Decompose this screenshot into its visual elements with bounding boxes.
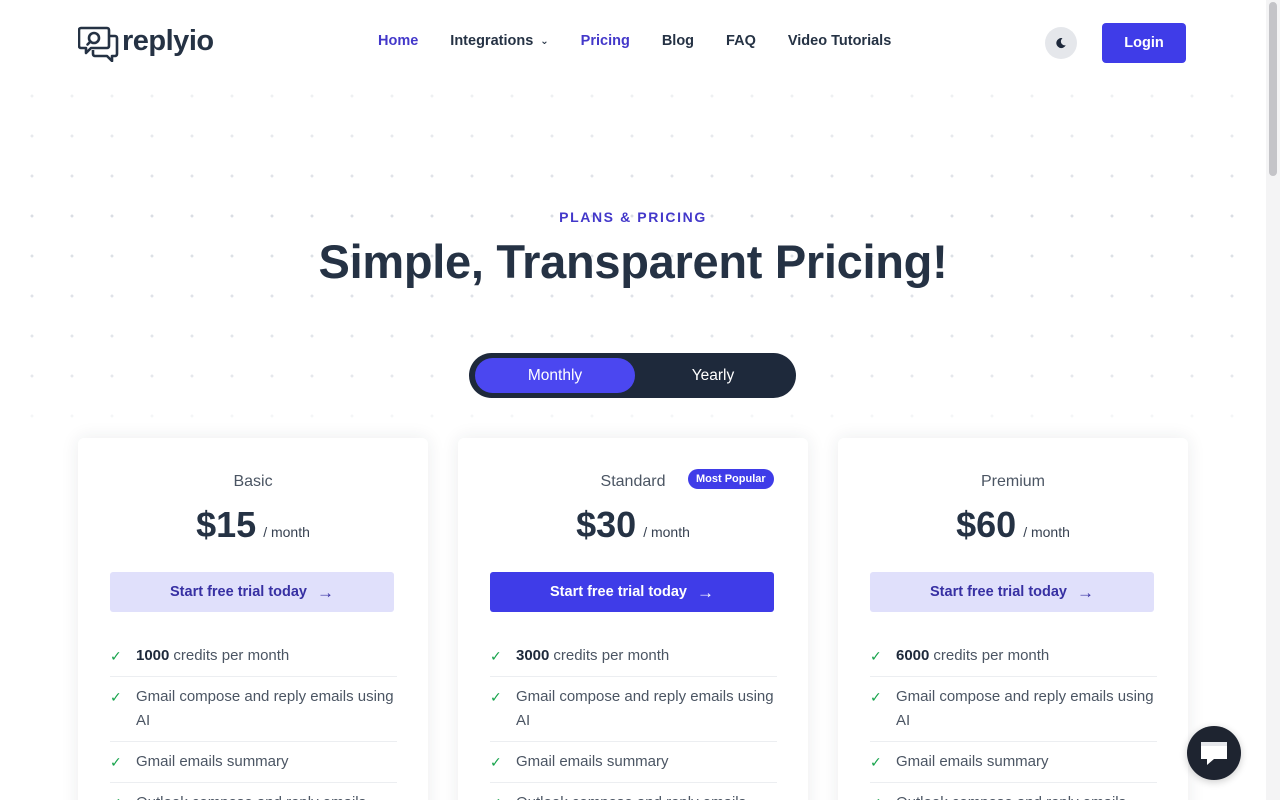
start-trial-button[interactable]: Start free trial today →	[110, 572, 394, 612]
nav-item-faq[interactable]: FAQ	[726, 33, 756, 49]
scrollbar-thumb[interactable]	[1269, 2, 1277, 176]
chevron-down-icon: ⌄	[540, 35, 549, 47]
feature-item: ✓ Gmail compose and reply emails using AI	[490, 677, 777, 742]
check-icon: ✓	[870, 648, 882, 664]
check-icon: ✓	[110, 689, 122, 705]
check-icon: ✓	[490, 689, 502, 705]
feature-text: Outlook compose and reply emails	[136, 791, 366, 800]
plan-name: Basic	[233, 473, 273, 490]
check-icon: ✓	[870, 689, 882, 705]
nav-item-label: Blog	[661, 33, 695, 49]
feature-text: Gmail compose and reply emails using AI	[896, 688, 1154, 729]
check-icon: ✓	[490, 791, 516, 800]
price-row: $60 / month	[838, 504, 1188, 546]
feature-text: Gmail compose and reply emails using AI	[136, 688, 394, 729]
plan-period: / month	[263, 524, 310, 540]
feature-item: ✓ Gmail emails summary	[110, 742, 397, 783]
nav-item-integrations[interactable]: Integrations ⌄	[450, 33, 548, 49]
site-header: replyio Home Integrations ⌄ Pricing Blog …	[0, 0, 1266, 86]
feature-item: ✓ Gmail emails summary	[490, 742, 777, 783]
feature-list: ✓ 6000 credits per month ✓ Gmail compose an…	[870, 636, 1157, 800]
moon-icon	[1056, 38, 1066, 49]
feature-text: Gmail emails summary	[896, 753, 1049, 770]
check-icon: ✓	[110, 754, 122, 770]
nav-item-video-tutorials[interactable]: Video Tutorials	[788, 33, 891, 49]
theme-toggle-button[interactable]	[1045, 27, 1077, 59]
check-icon: ✓	[870, 754, 882, 770]
check-icon: ✓	[490, 648, 502, 664]
feature-item: ✓ 3000 credits per month	[490, 636, 777, 677]
login-button[interactable]: Login	[1102, 23, 1186, 63]
price-row: $15 / month	[78, 504, 428, 546]
feature-text: Gmail emails summary	[516, 753, 669, 770]
billing-period-toggle: Monthly Yearly	[469, 353, 796, 398]
most-popular-badge: Most Popular	[688, 469, 774, 489]
check-icon: ✓	[110, 791, 136, 800]
feature-list: ✓ 3000 credits per month ✓ Gmail compose an…	[490, 636, 777, 800]
feature-text: Gmail emails summary	[136, 753, 289, 770]
toggle-option-monthly[interactable]: Monthly	[475, 358, 635, 393]
cta-label: Start free trial today	[550, 584, 687, 600]
section-eyebrow: PLANS & PRICING	[559, 209, 707, 225]
feature-credits: 3000	[516, 647, 550, 664]
nav-item-label: FAQ	[726, 33, 756, 49]
main-nav: Home Integrations ⌄ Pricing Blog FAQ Vide…	[378, 33, 923, 49]
chat-widget-button[interactable]	[1187, 726, 1241, 780]
start-trial-button[interactable]: Start free trial today →	[490, 572, 774, 612]
feature-credits: 1000	[136, 647, 170, 664]
check-icon: ✓	[490, 754, 502, 770]
feature-item: ✓Outlook compose and reply emails	[110, 783, 397, 800]
feature-label: credits per month	[553, 647, 670, 664]
plan-period: / month	[643, 524, 690, 540]
pricing-card-basic: Basic $15 / month Start free trial today…	[78, 438, 428, 800]
plan-price: $60	[956, 504, 1017, 545]
cta-label: Start free trial today	[930, 584, 1067, 600]
feature-label: credits per month	[933, 647, 1050, 664]
plan-period: / month	[1023, 524, 1070, 540]
arrow-right-icon: →	[697, 582, 714, 602]
feature-text: Outlook compose and reply emails	[896, 791, 1126, 800]
logo[interactable]: replyio	[78, 24, 214, 62]
arrow-right-icon: →	[1077, 582, 1094, 602]
feature-credits: 6000	[896, 647, 930, 664]
plan-name: Premium	[980, 473, 1045, 490]
pricing-card-premium: Premium $60 / month Start free trial tod…	[838, 438, 1188, 800]
feature-list: ✓ 1000 credits per month ✓ Gmail compose an…	[110, 636, 397, 800]
plan-price: $30	[576, 504, 637, 545]
nav-item-label: Pricing	[580, 33, 630, 49]
chat-icon	[1201, 742, 1227, 765]
toggle-option-yearly[interactable]: Yearly	[635, 358, 791, 393]
feature-text: 3000 credits per month	[516, 644, 669, 668]
plan-price: $15	[196, 504, 257, 545]
feature-item: ✓ 1000 credits per month	[110, 636, 397, 677]
feature-text: Outlook compose and reply emails	[516, 791, 746, 800]
nav-item-label: Home	[378, 33, 419, 49]
nav-item-label: Video Tutorials	[787, 33, 892, 49]
start-trial-button[interactable]: Start free trial today →	[870, 572, 1154, 612]
check-icon: ✓	[870, 791, 896, 800]
page-scrollbar[interactable]	[1266, 0, 1280, 800]
nav-item-label: Integrations	[450, 33, 534, 49]
feature-text: Gmail compose and reply emails using AI	[516, 688, 774, 729]
nav-item-home[interactable]: Home	[378, 33, 418, 49]
pricing-card-standard: Standard $30 / month Start free trial to…	[458, 438, 808, 800]
feature-item: ✓Outlook compose and reply emails	[490, 783, 777, 800]
check-icon: ✓	[110, 648, 122, 664]
nav-item-blog[interactable]: Blog	[662, 33, 694, 49]
feature-item: ✓ Gmail compose and reply emails using AI	[110, 677, 397, 742]
feature-item: ✓ Gmail compose and reply emails using AI	[870, 677, 1157, 742]
page-title: Simple, Transparent Pricing!	[318, 235, 948, 288]
nav-item-pricing[interactable]: Pricing	[581, 33, 630, 49]
feature-label: credits per month	[173, 647, 290, 664]
feature-item: ✓Outlook compose and reply emails	[870, 783, 1157, 800]
logo-text: replyio	[122, 24, 214, 57]
feature-item: ✓ Gmail emails summary	[870, 742, 1157, 783]
feature-item: ✓ 6000 credits per month	[870, 636, 1157, 677]
feature-text: 1000 credits per month	[136, 644, 289, 668]
cta-label: Start free trial today	[170, 584, 307, 600]
feature-text: 6000 credits per month	[896, 644, 1049, 668]
arrow-right-icon: →	[317, 582, 334, 602]
logo-chat-icon	[78, 26, 119, 62]
price-row: $30 / month	[458, 504, 808, 546]
